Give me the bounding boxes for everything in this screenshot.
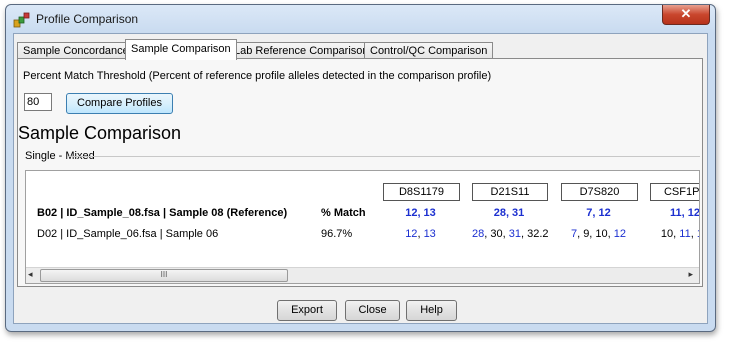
reference-alleles: 12, 13: [405, 207, 436, 219]
marker-header-d7s820: D7S820: [561, 183, 638, 201]
group-divider: [68, 156, 700, 157]
matched-allele: 13: [423, 228, 436, 240]
tab-control-qc-comparison[interactable]: Control/QC Comparison: [364, 42, 494, 59]
scroll-right-icon[interactable]: ▸: [688, 269, 693, 280]
tab-lab-reference-comparison[interactable]: Lab Reference Comparison: [228, 42, 375, 59]
matched-allele: 12: [405, 228, 418, 240]
matched-allele: 12: [697, 228, 699, 240]
help-button[interactable]: Help: [406, 300, 457, 321]
window-title: Profile Comparison: [36, 12, 139, 26]
allele-text: , 9, 10,: [577, 228, 614, 240]
reference-alleles: 28, 31: [493, 207, 525, 219]
close-button[interactable]: Close: [345, 300, 400, 321]
compare-profiles-button[interactable]: Compare Profiles: [66, 93, 173, 114]
comparison-alleles: 10, 11, 12: [650, 228, 699, 240]
threshold-label: Percent Match Threshold (Percent of refe…: [23, 70, 492, 82]
client-area: Sample Concordance Sample Comparison Lab…: [13, 33, 708, 324]
comparison-alleles: 12, 13: [383, 228, 458, 240]
marker-header-d8s1179: D8S1179: [383, 183, 460, 201]
threshold-input[interactable]: [24, 93, 52, 111]
comparison-alleles: 28, 30, 31, 32.2: [472, 228, 549, 240]
percent-match-header: % Match: [321, 207, 366, 219]
reference-profile-label: B02 | ID_Sample_08.fsa | Sample 08 (Refe…: [37, 207, 288, 219]
allele-text: , 32.2: [520, 228, 549, 240]
reference-alleles: 11, 12: [670, 207, 700, 219]
comparison-grid: D8S1179 D21S11 D7S820 CSF1PO B02 | ID_Sa…: [25, 170, 700, 284]
marker-header-d21s11: D21S11: [472, 183, 548, 201]
window-close-button[interactable]: ✕: [662, 5, 710, 25]
comparison-alleles: 7, 9, 10, 12: [561, 228, 636, 240]
scrollbar-thumb[interactable]: III: [40, 269, 288, 282]
app-icon: [13, 12, 30, 28]
sample-comparison-panel: Percent Match Threshold (Percent of refe…: [17, 58, 703, 287]
profile-comparison-window: Profile Comparison ✕ Sample Concordance …: [5, 4, 716, 332]
export-button[interactable]: Export: [277, 300, 337, 321]
reference-alleles: 7, 12: [586, 207, 611, 219]
scroll-left-icon[interactable]: ◂: [28, 269, 33, 280]
allele-text: 10,: [660, 228, 680, 240]
matched-allele: 28: [472, 228, 485, 240]
section-title: Sample Comparison: [18, 123, 182, 143]
matched-allele: 12: [613, 228, 627, 240]
matched-allele: 11: [679, 228, 691, 240]
close-icon: ✕: [680, 6, 692, 21]
marker-header-csf1po: CSF1PO: [650, 183, 699, 201]
allele-text: , 30,: [484, 228, 509, 240]
comparison-profile-label: D02 | ID_Sample_06.fsa | Sample 06: [37, 228, 219, 240]
tab-sample-concordance[interactable]: Sample Concordance: [17, 42, 135, 59]
tab-sample-comparison[interactable]: Sample Comparison: [125, 39, 237, 60]
horizontal-scrollbar[interactable]: ◂ III ▸: [26, 267, 699, 283]
title-bar[interactable]: Profile Comparison ✕: [6, 5, 715, 33]
percent-match-value: 96.7%: [321, 228, 353, 240]
matched-allele: 31: [508, 228, 521, 240]
